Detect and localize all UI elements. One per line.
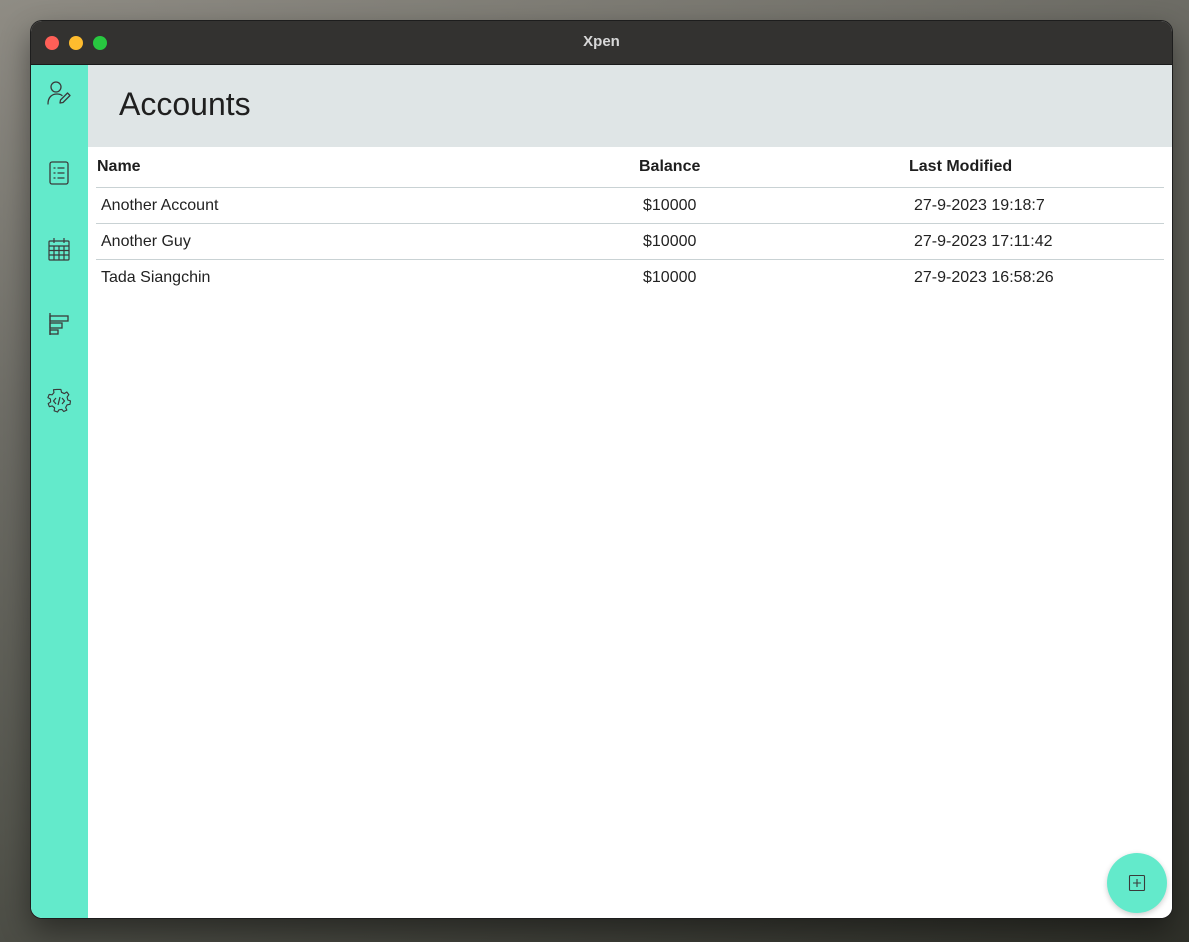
account-name: Another Guy <box>101 233 191 250</box>
page-title: Accounts <box>119 86 251 122</box>
sidebar <box>31 65 88 918</box>
column-header-balance[interactable]: Balance <box>639 158 700 176</box>
gear-code-icon <box>47 388 72 413</box>
sidebar-item-transactions[interactable] <box>40 154 78 192</box>
sidebar-item-reports[interactable] <box>40 305 78 343</box>
add-account-button[interactable] <box>1107 853 1167 913</box>
bar-chart-icon <box>49 313 69 335</box>
account-balance: $10000 <box>643 197 697 214</box>
calendar-icon <box>48 238 70 261</box>
account-last-modified: 27-9-2023 16:58:26 <box>914 269 1054 286</box>
sidebar-item-developer-settings[interactable] <box>40 382 78 420</box>
table-row[interactable]: Another Account $10000 27-9-2023 19:18:7 <box>96 188 1164 224</box>
account-name: Another Account <box>101 197 219 214</box>
user-edit-icon <box>47 81 71 105</box>
column-header-name[interactable]: Name <box>97 158 141 176</box>
list-icon <box>49 161 69 185</box>
plus-square-icon <box>1128 874 1146 892</box>
account-last-modified: 27-9-2023 19:18:7 <box>914 197 1045 214</box>
account-last-modified: 27-9-2023 17:11:42 <box>914 233 1053 250</box>
title-bar[interactable]: Xpen <box>31 21 1172 65</box>
main-content: Accounts Name Balance Last Modified Anot… <box>88 65 1172 918</box>
app-window: Xpen Accounts Name Balance Last Modified… <box>31 21 1172 918</box>
account-balance: $10000 <box>643 269 697 286</box>
table-row[interactable]: Tada Siangchin $10000 27-9-2023 16:58:26 <box>96 260 1164 295</box>
account-balance: $10000 <box>643 233 697 250</box>
sidebar-item-calendar[interactable] <box>40 230 78 268</box>
account-name: Tada Siangchin <box>101 269 211 286</box>
table-header: Name Balance Last Modified <box>96 147 1164 188</box>
page-header: Accounts <box>88 65 1172 147</box>
table-row[interactable]: Another Guy $10000 27-9-2023 17:11:42 <box>96 224 1164 260</box>
window-title: Xpen <box>583 33 620 50</box>
column-header-last-modified[interactable]: Last Modified <box>909 158 1012 176</box>
sidebar-item-accounts[interactable] <box>40 74 78 112</box>
accounts-table: Name Balance Last Modified Another Accou… <box>96 147 1164 295</box>
